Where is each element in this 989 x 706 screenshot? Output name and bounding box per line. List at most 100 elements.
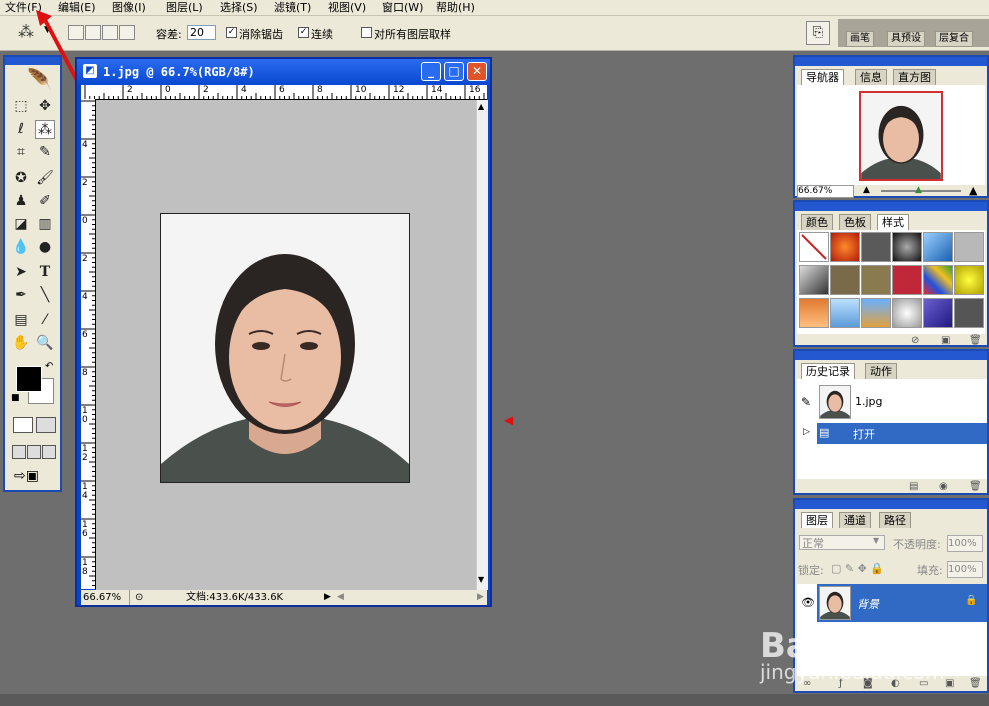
styles-palette-title-bar[interactable] [795, 202, 987, 211]
scroll-left-icon[interactable]: ◀ [337, 590, 344, 605]
vertical-scrollbar[interactable]: ▲ ▼ [476, 100, 488, 590]
new-document-from-state-icon[interactable]: ▤ [909, 481, 918, 492]
toolbox-title-bar[interactable] [5, 57, 60, 65]
notes-tool-icon[interactable]: ▤ [11, 311, 31, 330]
tab-color[interactable]: 颜色 [801, 214, 833, 230]
style-swatch[interactable] [830, 265, 860, 295]
sample-all-checkbox[interactable] [361, 27, 372, 38]
status-zoom[interactable]: 66.67% [83, 590, 130, 605]
style-swatch[interactable] [923, 265, 953, 295]
history-palette-title-bar[interactable] [795, 351, 987, 360]
clear-style-icon[interactable]: ⊘ [911, 335, 919, 346]
brush-tool-icon[interactable]: 🖌 [35, 169, 55, 188]
dodge-tool-icon[interactable]: ● [35, 238, 55, 257]
menu-view[interactable]: 视图(V) [328, 0, 366, 15]
tab-navigator[interactable]: 导航器 [801, 69, 844, 85]
tab-layers[interactable]: 图层 [801, 512, 833, 528]
style-swatch[interactable] [830, 232, 860, 262]
eraser-tool-icon[interactable]: ◪ [11, 215, 31, 234]
quick-mask-button[interactable] [36, 417, 56, 433]
eyedropper-tool-icon[interactable]: ⁄ [35, 311, 55, 330]
style-swatch[interactable] [830, 298, 860, 328]
layers-palette-title-bar[interactable] [795, 500, 987, 509]
style-none[interactable] [799, 232, 829, 262]
swap-colors-icon[interactable]: ↶ [45, 361, 53, 372]
style-swatch[interactable] [861, 298, 891, 328]
magic-wand-tool-icon[interactable]: ⁂ [35, 120, 55, 139]
screen-mode-standard[interactable] [12, 445, 26, 459]
menu-image[interactable]: 图像(I) [112, 0, 146, 15]
tab-history[interactable]: 历史记录 [801, 363, 855, 379]
history-brush-source-icon[interactable]: ✎ [801, 395, 811, 409]
subtract-selection-button[interactable] [102, 25, 118, 40]
new-style-icon[interactable]: ▣ [941, 335, 950, 346]
minimize-button[interactable]: _ [421, 62, 441, 81]
path-select-icon[interactable]: ➤ [11, 263, 31, 282]
zoom-slider-thumb[interactable]: ▲ [915, 185, 922, 195]
default-colors-icon[interactable]: ■ [11, 393, 20, 403]
style-swatch[interactable] [923, 298, 953, 328]
crop-tool-icon[interactable]: ⌗ [11, 143, 31, 162]
fill-input[interactable]: 100% [947, 561, 983, 578]
navigator-thumbnail[interactable] [859, 91, 943, 181]
delete-layer-icon[interactable]: 🗑 [969, 678, 982, 689]
delete-style-icon[interactable]: 🗑 [969, 335, 982, 346]
style-swatch[interactable] [799, 265, 829, 295]
new-snapshot-icon[interactable]: ◉ [939, 481, 948, 492]
palette-well-tab-brushes[interactable]: 画笔 [846, 31, 874, 47]
tab-info[interactable]: 信息 [855, 69, 887, 85]
type-tool-icon[interactable]: T [35, 263, 55, 282]
marquee-tool-icon[interactable]: ⬚ [11, 97, 31, 116]
menu-filter[interactable]: 滤镜(T) [274, 0, 311, 15]
chevron-down-icon[interactable]: ▼ [873, 536, 879, 545]
tab-channels[interactable]: 通道 [839, 512, 871, 528]
zoom-out-icon[interactable]: ▲ [863, 185, 870, 195]
navigator-palette-title-bar[interactable] [795, 57, 987, 66]
slice-tool-icon[interactable]: ✎ [35, 143, 55, 162]
blur-tool-icon[interactable]: 💧 [11, 238, 31, 257]
style-swatch[interactable] [892, 232, 922, 262]
tab-styles[interactable]: 样式 [877, 214, 909, 230]
screen-mode-full[interactable] [42, 445, 56, 459]
style-swatch[interactable] [923, 232, 953, 262]
status-menu-arrow-icon[interactable]: ▶ [324, 590, 331, 605]
style-swatch[interactable] [799, 298, 829, 328]
line-tool-icon[interactable]: ╲ [35, 286, 55, 305]
lock-icons[interactable]: ▢ ✎ ✥ 🔒 [831, 562, 884, 575]
standard-mode-button[interactable] [13, 417, 33, 433]
history-brush-icon[interactable]: ✐ [35, 192, 55, 211]
scroll-down-icon[interactable]: ▼ [478, 575, 484, 584]
screen-mode-full-menu[interactable] [27, 445, 41, 459]
menu-help[interactable]: 帮助(H) [436, 0, 475, 15]
palette-well-tab-layer-comps[interactable]: 层复合 [935, 31, 973, 47]
portrait-image[interactable] [160, 213, 410, 483]
status-info-icon[interactable]: ⊙ [135, 590, 143, 605]
intersect-selection-button[interactable] [119, 25, 135, 40]
delete-state-icon[interactable]: 🗑 [969, 481, 982, 492]
healing-brush-icon[interactable]: ✪ [11, 169, 31, 188]
zoom-tool-icon[interactable]: 🔍 [35, 334, 55, 353]
jump-to-imageready-icon[interactable]: ⇨▣ [14, 468, 39, 484]
style-swatch[interactable] [954, 265, 984, 295]
antialias-checkbox[interactable]: ✓ [226, 27, 237, 38]
document-title-bar[interactable]: ◩ 1.jpg @ 66.7%(RGB/8#) _ □ ✕ [77, 59, 490, 85]
history-step-row[interactable]: ▤ 打开 [817, 423, 987, 444]
file-browser-icon[interactable]: ⎘ [806, 21, 830, 45]
tab-paths[interactable]: 路径 [879, 512, 911, 528]
tab-swatches[interactable]: 色板 [839, 214, 871, 230]
history-snapshot-name[interactable]: 1.jpg [855, 395, 883, 408]
zoom-in-icon[interactable]: ▲ [969, 184, 977, 197]
scroll-up-icon[interactable]: ▲ [478, 102, 484, 111]
style-swatch[interactable] [892, 298, 922, 328]
palette-well-tab-tool-presets[interactable]: 具预设 [887, 31, 925, 47]
tolerance-input[interactable] [187, 25, 216, 40]
layer-name[interactable]: 背景 [857, 596, 879, 612]
hand-tool-icon[interactable]: ✋ [11, 334, 31, 353]
layer-row-background[interactable]: 背景 🔒 [817, 584, 987, 622]
layer-visibility-eye-icon[interactable]: 👁 [801, 596, 815, 609]
new-layer-icon[interactable]: ▣ [945, 678, 954, 689]
maximize-button[interactable]: □ [444, 62, 464, 81]
pen-tool-icon[interactable]: ✒ [11, 286, 31, 305]
style-swatch[interactable] [861, 232, 891, 262]
menu-layer[interactable]: 图层(L) [166, 0, 203, 15]
